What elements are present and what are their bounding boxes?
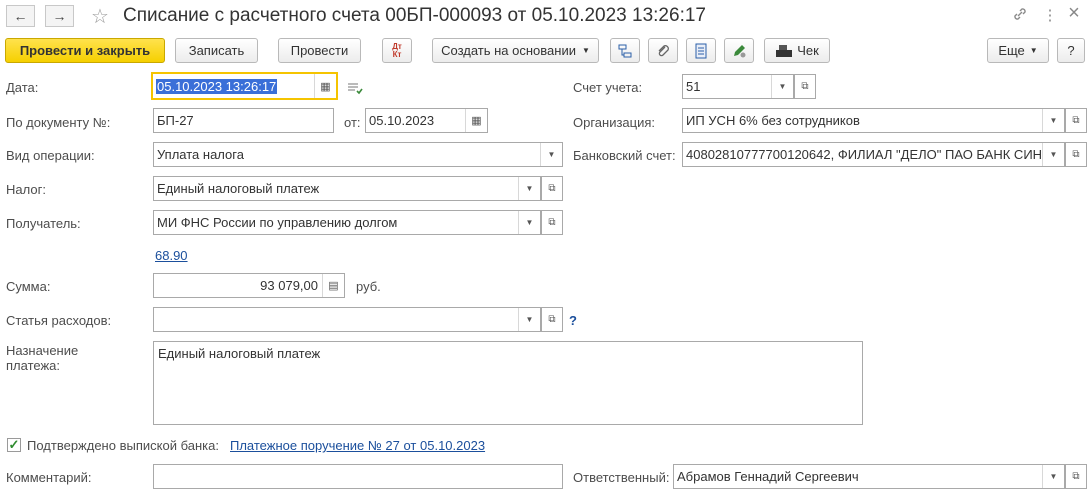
tax-label: Налог: xyxy=(6,182,46,197)
date-label: Дата: xyxy=(6,80,39,95)
responsible-field[interactable]: Абрамов Геннадий Сергеевич ▼ xyxy=(673,464,1065,489)
operation-label: Вид операции: xyxy=(6,148,95,163)
chevron-down-icon: ▼ xyxy=(1029,46,1038,55)
structure-icon xyxy=(618,44,632,57)
doc-number-value: БП-27 xyxy=(157,113,194,128)
structure-button[interactable] xyxy=(610,38,640,63)
dt-kt-icon: Дт Кт xyxy=(392,41,402,59)
open-icon[interactable]: ⧉ xyxy=(541,176,563,201)
expense-field[interactable]: ▼ xyxy=(153,307,541,332)
receipt-label: Чек xyxy=(797,43,819,58)
open-icon[interactable]: ⧉ xyxy=(1065,108,1087,133)
more-options-icon[interactable]: ⋮ xyxy=(1040,6,1060,24)
responsible-value: Абрамов Геннадий Сергеевич xyxy=(677,469,859,484)
open-icon[interactable]: ⧉ xyxy=(1065,142,1087,167)
recipient-value: МИ ФНС России по управлению долгом xyxy=(157,215,398,230)
open-icon[interactable]: ⧉ xyxy=(794,74,816,99)
more-label: Еще xyxy=(998,43,1025,58)
tax-value: Единый налоговый платеж xyxy=(157,181,320,196)
checkmark-icon: ✓ xyxy=(8,437,20,452)
expense-help-icon[interactable]: ? xyxy=(569,313,577,328)
link-icon[interactable] xyxy=(1010,6,1030,26)
chevron-down-icon[interactable]: ▼ xyxy=(771,75,793,98)
calendar-icon[interactable]: ▦ xyxy=(465,109,487,132)
tax-field[interactable]: Единый налоговый платеж ▼ xyxy=(153,176,541,201)
from-date-value: 05.10.2023 xyxy=(369,113,435,128)
page-title: Списание с расчетного счета 00БП-000093 … xyxy=(123,5,706,26)
report-button[interactable] xyxy=(686,38,716,63)
bank-account-value: 40802810777700120642, ФИЛИАЛ "ДЕЛО" ПАО … xyxy=(686,147,1042,162)
bank-account-field[interactable]: 40802810777700120642, ФИЛИАЛ "ДЕЛО" ПАО … xyxy=(682,142,1065,167)
bank-account-label: Банковский счет: xyxy=(573,148,676,163)
operation-field[interactable]: Уплата налога ▼ xyxy=(153,142,563,167)
operation-value: Уплата налога xyxy=(157,147,244,162)
save-button[interactable]: Записать xyxy=(175,38,258,63)
chevron-down-icon[interactable]: ▼ xyxy=(518,308,540,331)
dt-kt-button[interactable]: Дт Кт xyxy=(382,38,412,63)
open-icon[interactable]: ⧉ xyxy=(541,210,563,235)
responsible-label: Ответственный: xyxy=(573,470,670,485)
organization-label: Организация: xyxy=(573,115,656,130)
sign-button[interactable] xyxy=(724,38,754,63)
from-label: от: xyxy=(344,115,361,130)
chevron-down-icon[interactable]: ▼ xyxy=(518,211,540,234)
chevron-down-icon[interactable]: ▼ xyxy=(1042,109,1064,132)
open-icon[interactable]: ⧉ xyxy=(1065,464,1087,489)
chevron-down-icon: ▼ xyxy=(581,46,590,55)
amount-label: Сумма: xyxy=(6,279,51,294)
chevron-down-icon[interactable]: ▼ xyxy=(518,177,540,200)
close-icon[interactable]: × xyxy=(1064,2,1084,25)
pen-sign-icon xyxy=(734,44,746,57)
date-value: 05.10.2023 13:26:17 xyxy=(156,78,278,94)
confirmed-checkbox[interactable]: ✓ xyxy=(7,437,21,452)
date-field[interactable]: 05.10.2023 13:26:17 ▦ xyxy=(151,72,338,100)
calculator-icon[interactable]: ▤ xyxy=(322,274,344,297)
back-button[interactable]: ← xyxy=(6,5,35,27)
amount-value: 93 079,00 xyxy=(260,278,318,293)
chevron-down-icon[interactable]: ▼ xyxy=(1042,143,1064,166)
create-based-on-button[interactable]: Создать на основании ▼ xyxy=(432,38,599,63)
arrow-left-icon: ← xyxy=(13,8,28,24)
history-icon[interactable] xyxy=(347,81,363,98)
cash-register-icon xyxy=(776,44,793,57)
paperclip-icon xyxy=(658,44,669,56)
recipient-field[interactable]: МИ ФНС России по управлению долгом ▼ xyxy=(153,210,541,235)
post-and-close-button[interactable]: Провести и закрыть xyxy=(5,38,165,63)
organization-value: ИП УСН 6% без сотрудников xyxy=(686,113,860,128)
purpose-label: Назначение платежа: xyxy=(6,343,79,373)
forward-button[interactable]: → xyxy=(45,5,74,27)
attach-button[interactable] xyxy=(648,38,678,63)
favorite-star-icon[interactable]: ☆ xyxy=(91,4,109,29)
recipient-label: Получатель: xyxy=(6,216,81,231)
expense-label: Статья расходов: xyxy=(6,313,112,328)
more-button[interactable]: Еще ▼ xyxy=(987,38,1049,63)
account-value: 51 xyxy=(686,79,701,94)
currency-label: руб. xyxy=(356,279,381,294)
open-icon[interactable]: ⧉ xyxy=(541,307,563,332)
comment-field[interactable] xyxy=(153,464,563,489)
amount-field[interactable]: 93 079,00 ▤ xyxy=(153,273,345,298)
doc-number-label: По документу №: xyxy=(6,115,111,130)
calendar-icon[interactable]: ▦ xyxy=(314,74,336,98)
receipt-button[interactable]: Чек xyxy=(764,38,830,63)
comment-label: Комментарий: xyxy=(6,470,92,485)
doc-number-field[interactable]: БП-27 xyxy=(153,108,334,133)
account-field[interactable]: 51 ▼ xyxy=(682,74,794,99)
document-list-icon xyxy=(695,43,707,58)
account-label: Счет учета: xyxy=(573,80,643,95)
confirmed-label: Подтверждено выпиской банка: xyxy=(27,438,219,453)
from-date-field[interactable]: 05.10.2023 ▦ xyxy=(365,108,488,133)
organization-field[interactable]: ИП УСН 6% без сотрудников ▼ xyxy=(682,108,1065,133)
arrow-right-icon: → xyxy=(52,8,67,24)
create-based-on-label: Создать на основании xyxy=(441,43,576,58)
account-68-90-link[interactable]: 68.90 xyxy=(155,248,188,263)
post-button[interactable]: Провести xyxy=(278,38,361,63)
payment-order-link[interactable]: Платежное поручение № 27 от 05.10.2023 xyxy=(230,438,485,453)
purpose-textarea[interactable]: Единый налоговый платеж xyxy=(153,341,863,425)
chevron-down-icon[interactable]: ▼ xyxy=(540,143,562,166)
help-button[interactable]: ? xyxy=(1057,38,1085,63)
chevron-down-icon[interactable]: ▼ xyxy=(1042,465,1064,488)
